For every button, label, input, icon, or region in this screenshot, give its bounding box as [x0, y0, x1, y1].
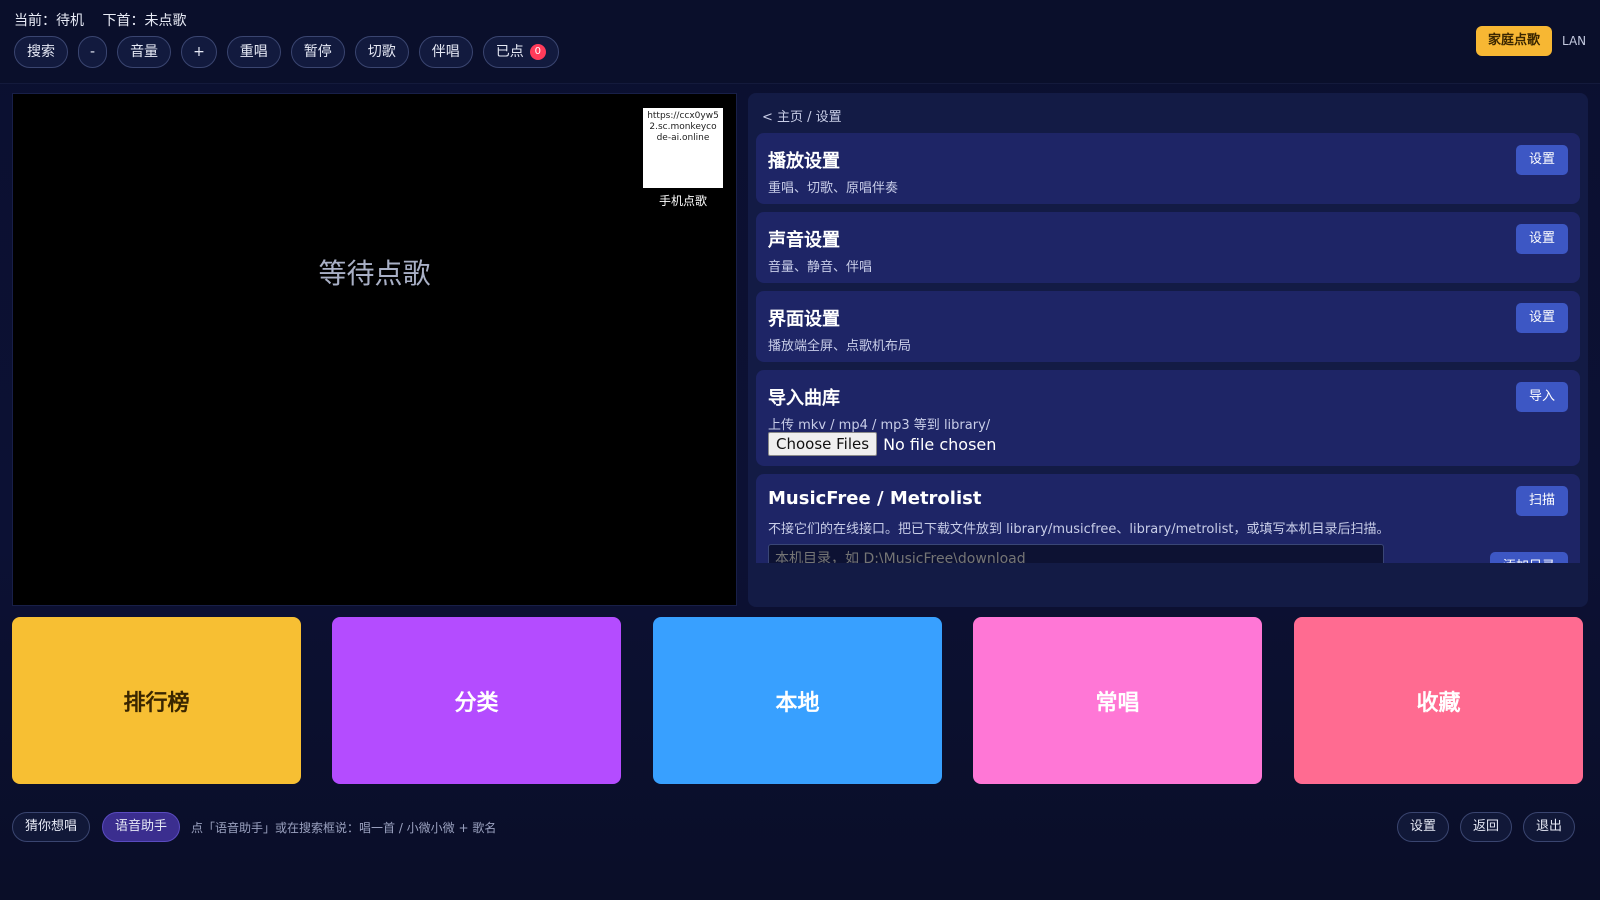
current-song: 当前：待机: [14, 13, 84, 29]
category-tiles: 排行榜 分类 本地 常唱 收藏: [12, 617, 1588, 784]
add-directory-button[interactable]: 添加目录: [1489, 552, 1568, 563]
queued-label: 已点: [495, 44, 524, 60]
card-title: 声音设置: [768, 230, 840, 251]
skip-button[interactable]: 切歌: [354, 36, 409, 68]
accompany-button[interactable]: 伴唱: [418, 36, 473, 68]
card-description: 上传 mkv / mp4 / mp3 等到 library/: [768, 418, 991, 433]
sound-settings-button[interactable]: 设置: [1515, 224, 1568, 254]
tile-label: 收藏: [1416, 690, 1461, 716]
voice-assistant-button[interactable]: 语音助手: [102, 812, 181, 842]
control-row: 搜索 - 音量 + 重唱 暂停 切歌 伴唱 已点 0: [14, 36, 559, 68]
card-description: 音量、静音、伴唱: [768, 260, 873, 275]
volume-up-button[interactable]: +: [181, 36, 217, 68]
settings-panel: < 主页 / 设置 播放设置 重唱、切歌、原唱伴奏 设置 声音设置 音量、静音、…: [748, 93, 1588, 607]
card-description: 播放端全屏、点歌机布局: [768, 339, 912, 354]
playback-settings-button[interactable]: 设置: [1515, 145, 1568, 175]
tile-label: 分类: [454, 690, 499, 716]
settings-card-musicfree: MusicFree / Metrolist 不接它们的在线接口。把已下载文件放到…: [756, 474, 1580, 563]
pause-button[interactable]: 暂停: [290, 36, 345, 68]
settings-button[interactable]: 设置: [1397, 812, 1450, 842]
family-mode-button[interactable]: 家庭点歌: [1476, 26, 1552, 56]
card-title: 播放设置: [768, 151, 840, 172]
scan-button[interactable]: 扫描: [1515, 486, 1568, 516]
directory-input[interactable]: [768, 544, 1384, 563]
waiting-text: 等待点歌: [318, 257, 431, 290]
card-description: 不接它们的在线接口。把已下载文件放到 library/musicfree、lib…: [768, 522, 1390, 537]
tile-frequent[interactable]: 常唱: [973, 617, 1262, 784]
next-song: 下首：未点歌: [102, 13, 187, 29]
settings-card-sound: 声音设置 音量、静音、伴唱 设置: [756, 212, 1580, 283]
settings-card-list[interactable]: 播放设置 重唱、切歌、原唱伴奏 设置 声音设置 音量、静音、伴唱 设置 界面设置…: [756, 133, 1580, 563]
settings-card-playback: 播放设置 重唱、切歌、原唱伴奏 设置: [756, 133, 1580, 204]
card-title: 界面设置: [768, 309, 840, 330]
card-description: 重唱、切歌、原唱伴奏: [768, 181, 899, 196]
tile-favorites[interactable]: 收藏: [1294, 617, 1583, 784]
file-status: No file chosen: [883, 434, 997, 454]
settings-card-import: 导入曲库 上传 mkv / mp4 / mp3 等到 library/ 导入 C…: [756, 370, 1580, 466]
card-title: MusicFree / Metrolist: [768, 488, 982, 509]
queued-button[interactable]: 已点 0: [482, 36, 559, 68]
qr-code: https://ccx0yw52.sc.monkeycode-ai.online: [643, 108, 723, 188]
queued-count-badge: 0: [529, 44, 546, 60]
qr-label: 手机点歌: [658, 194, 707, 208]
now-playing-status: 当前：待机 下首：未点歌: [14, 10, 186, 30]
choose-files-button[interactable]: Choose Files: [768, 432, 878, 456]
exit-button[interactable]: 退出: [1523, 812, 1576, 842]
file-picker: Choose Files No file chosen: [768, 432, 996, 456]
top-bar: 当前：待机 下首：未点歌 搜索 - 音量 + 重唱 暂停 切歌 伴唱 已点 0 …: [0, 0, 1600, 84]
interface-settings-button[interactable]: 设置: [1515, 303, 1568, 333]
tile-label: 常唱: [1095, 690, 1140, 716]
volume-down-button[interactable]: -: [78, 36, 108, 68]
tile-local[interactable]: 本地: [653, 617, 942, 784]
settings-card-interface: 界面设置 播放端全屏、点歌机布局 设置: [756, 291, 1580, 362]
tile-label: 本地: [775, 690, 820, 716]
breadcrumb[interactable]: < 主页 / 设置: [762, 106, 842, 125]
bottom-bar: 猜你想唱 语音助手 点「语音助手」或在搜索框说：唱一首 / 小微小微 + 歌名 …: [12, 812, 1588, 842]
card-title: 导入曲库: [768, 388, 840, 409]
voice-hint: 点「语音助手」或在搜索框说：唱一首 / 小微小微 + 歌名: [191, 821, 497, 835]
tile-categories[interactable]: 分类: [332, 617, 621, 784]
search-button[interactable]: 搜索: [14, 36, 68, 68]
guess-button[interactable]: 猜你想唱: [12, 812, 91, 842]
volume-button[interactable]: 音量: [117, 36, 172, 68]
import-button[interactable]: 导入: [1515, 382, 1568, 412]
video-player[interactable]: 等待点歌 https://ccx0yw52.sc.monkeycode-ai.o…: [12, 93, 737, 606]
tile-label: 排行榜: [123, 690, 190, 716]
replay-button[interactable]: 重唱: [226, 36, 281, 68]
back-button[interactable]: 返回: [1460, 812, 1513, 842]
tile-charts[interactable]: 排行榜: [12, 617, 301, 784]
lan-label: LAN: [1562, 34, 1587, 48]
